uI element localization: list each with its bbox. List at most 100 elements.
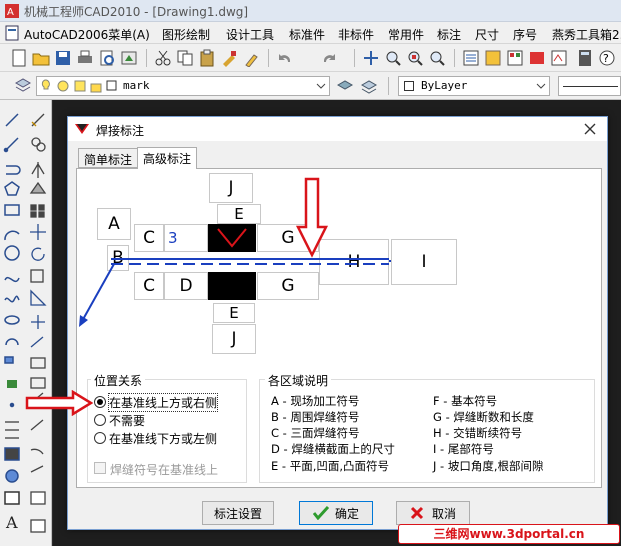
region-desc-i: I - 尾部符号	[433, 442, 494, 456]
region-desc-h: H - 交错断续符号	[433, 426, 523, 440]
advanced-tab-panel: J E A C 3 G H I B C D G E J 位置关系 在基准线上方	[25, 168, 602, 488]
region-desc-d: D - 焊缝横截面上的尺寸	[271, 442, 395, 456]
new-file-icon[interactable]	[10, 49, 28, 67]
save-icon[interactable]	[54, 49, 72, 67]
radio-above-right-label[interactable]: 在基准线上方或右侧	[107, 393, 219, 412]
radio-none[interactable]	[94, 414, 106, 426]
region-desc-j: J - 坡口角度,根部间隙	[433, 459, 544, 473]
chevron-down-icon	[316, 83, 326, 89]
standard-toolbar: ?	[0, 44, 621, 72]
menu-draw[interactable]: 图形绘制	[162, 26, 210, 43]
close-icon[interactable]	[584, 123, 596, 135]
calculator-icon[interactable]	[576, 49, 594, 67]
app-title-bar: A 机械工程师CAD2010 - [Drawing1.dwg]	[0, 0, 621, 22]
menu-standard-parts[interactable]: 标准件	[289, 26, 325, 43]
linetype-dropdown[interactable]	[558, 76, 621, 96]
layer-manager-icon[interactable]	[14, 77, 32, 95]
reference-line-graphics	[79, 177, 391, 327]
ok-button[interactable]: 确定	[299, 501, 373, 525]
radio-below-left[interactable]	[94, 432, 106, 444]
make-current-layer-icon[interactable]	[336, 77, 354, 95]
checkmark-icon	[312, 506, 329, 520]
color-value: ByLayer	[421, 79, 468, 92]
left-toolbars: A	[0, 100, 52, 546]
annotation-settings-label: 标注设置	[213, 506, 262, 521]
dialog-title-bar: 焊接标注	[68, 117, 607, 141]
color-swatch	[404, 81, 414, 91]
zoom-previous-icon[interactable]	[428, 49, 446, 67]
zoom-realtime-icon[interactable]	[384, 49, 402, 67]
svg-text:A: A	[7, 7, 14, 18]
menu-nonstandard-parts[interactable]: 非标件	[338, 26, 374, 43]
tab-advanced[interactable]: 高级标注	[137, 147, 198, 169]
annotation-settings-button[interactable]: 标注设置	[202, 501, 274, 525]
color-dropdown[interactable]: ByLayer	[398, 76, 550, 96]
on-line-checkbox[interactable]	[94, 462, 106, 474]
menu-design-tools[interactable]: 设计工具	[226, 26, 274, 43]
copy-icon[interactable]	[176, 49, 194, 67]
zoom-window-icon[interactable]	[406, 49, 424, 67]
cut-icon[interactable]	[154, 49, 172, 67]
region-desc-b: B - 周围焊缝符号	[271, 410, 360, 424]
print-icon[interactable]	[76, 49, 94, 67]
paste-icon[interactable]	[198, 49, 216, 67]
app-logo-icon: A	[5, 4, 19, 18]
cancel-x-icon	[410, 506, 424, 520]
ok-label: 确定	[334, 506, 359, 521]
layer-previous-icon[interactable]	[360, 77, 378, 95]
redo-icon[interactable]	[320, 49, 338, 67]
undo-icon[interactable]	[276, 49, 294, 67]
sheet-set-icon[interactable]	[528, 49, 546, 67]
open-folder-icon[interactable]	[32, 49, 50, 67]
region-desc-g: G - 焊缝断数和长度	[433, 410, 534, 424]
markup-icon[interactable]	[550, 49, 568, 67]
tool-palettes-icon[interactable]	[506, 49, 524, 67]
weld-logo-icon	[75, 124, 89, 134]
draw-modify-tool-icons[interactable]: A	[0, 100, 52, 546]
brush-icon[interactable]	[242, 49, 260, 67]
regions-group-title: 各区域说明	[265, 372, 332, 389]
menu-common-parts[interactable]: 常用件	[388, 26, 424, 43]
layer-dropdown[interactable]: mark	[36, 76, 330, 96]
region-desc-c: C - 三面焊缝符号	[271, 426, 360, 440]
red-pointer-arrow	[25, 390, 93, 416]
menu-sequence[interactable]: 序号	[513, 26, 537, 43]
help-icon[interactable]: ?	[598, 49, 616, 67]
menu-dimension[interactable]: 标注	[437, 26, 461, 43]
layers-toolbar: mark ByLayer	[0, 72, 621, 100]
toolbar-separator	[354, 49, 355, 67]
layer-state-icons	[41, 79, 117, 93]
toolbar-separator	[268, 49, 269, 67]
menu-bar: AutoCAD2006菜单(A) 图形绘制 设计工具 标准件 非标件 常用件 标…	[0, 22, 621, 44]
cancel-button[interactable]: 取消	[396, 501, 470, 525]
properties-icon[interactable]	[462, 49, 480, 67]
app-title: 机械工程师CAD2010 - [Drawing1.dwg]	[24, 5, 249, 19]
region-desc-a: A - 现场加工符号	[271, 394, 360, 408]
radio-above-right[interactable]	[94, 396, 106, 408]
print-preview-icon[interactable]	[98, 49, 116, 67]
publish-icon[interactable]	[120, 49, 138, 67]
document-icon[interactable]	[4, 25, 20, 41]
toolbar-separator	[146, 49, 147, 67]
region-desc-e: E - 平面,凹面,凸面符号	[271, 459, 390, 473]
menu-autocad2006[interactable]: AutoCAD2006菜单(A)	[24, 26, 150, 43]
match-properties-icon[interactable]	[220, 49, 238, 67]
weld-annotation-dialog: 焊接标注 简单标注 高级标注 J E A C 3 G H I B C D G E…	[25, 116, 608, 530]
toolbar-separator	[388, 77, 389, 95]
radio-below-left-label[interactable]: 在基准线下方或左侧	[109, 430, 217, 447]
menu-size[interactable]: 尺寸	[475, 26, 499, 43]
watermark: 三维网www.3dportal.cn	[398, 524, 620, 544]
linetype-preview	[563, 86, 618, 87]
menu-yanxiu-toolbox[interactable]: 燕秀工具箱2.…	[552, 26, 621, 43]
pan-icon[interactable]	[362, 49, 380, 67]
svg-text:?: ?	[603, 52, 609, 65]
chevron-down-icon	[536, 83, 546, 89]
layer-name: mark	[123, 79, 150, 92]
toolbar-separator	[454, 49, 455, 67]
region-desc-f: F - 基本符号	[433, 394, 498, 408]
tab-simple[interactable]: 简单标注	[78, 148, 139, 168]
radio-none-label[interactable]: 不需要	[109, 412, 145, 429]
on-line-checkbox-label[interactable]: 焊缝符号在基准线上	[110, 461, 218, 478]
svg-text:A: A	[5, 513, 18, 532]
design-center-icon[interactable]	[484, 49, 502, 67]
